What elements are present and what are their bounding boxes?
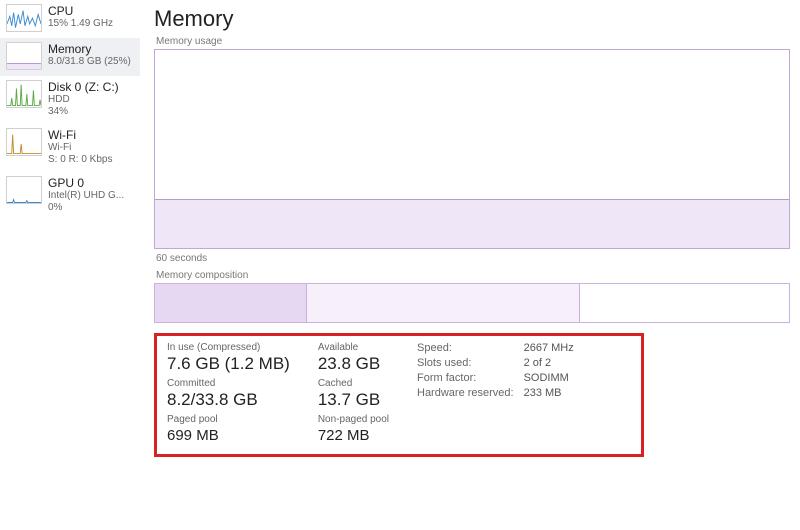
hw-slots-label: Slots used: xyxy=(417,357,514,369)
memory-sparkline-icon xyxy=(6,42,42,70)
disk-sparkline-icon xyxy=(6,80,42,108)
stat-cached: Cached 13.7 GB xyxy=(318,378,389,410)
gpu-sparkline-icon xyxy=(6,176,42,204)
memory-usage-chart xyxy=(154,49,790,249)
performance-sidebar: CPU 15% 1.49 GHz Memory 8.0/31.8 GB (25%… xyxy=(0,0,140,530)
hw-form-value: SODIMM xyxy=(524,372,574,384)
sidebar-disk-sub: HDD xyxy=(48,94,134,106)
memory-stats-grid: In use (Compressed) 7.6 GB (1.2 MB) Avai… xyxy=(167,342,389,446)
sidebar-disk-sub2: 34% xyxy=(48,106,134,118)
composition-label: Memory composition xyxy=(156,270,790,281)
sidebar-gpu-sub2: 0% xyxy=(48,202,134,214)
usage-time-axis: 60 seconds xyxy=(156,253,790,264)
composition-free xyxy=(580,284,789,322)
sidebar-item-gpu[interactable]: GPU 0 Intel(R) UHD G... 0% xyxy=(0,172,140,220)
sidebar-cpu-title: CPU xyxy=(48,4,134,18)
memory-composition-chart xyxy=(154,283,790,323)
hw-slots-value: 2 of 2 xyxy=(524,357,574,369)
hw-hwres-label: Hardware reserved: xyxy=(417,387,514,399)
sidebar-gpu-sub: Intel(R) UHD G... xyxy=(48,190,134,202)
stat-available-value: 23.8 GB xyxy=(318,354,389,374)
memory-hw-info: Speed: 2667 MHz Slots used: 2 of 2 Form … xyxy=(417,342,574,446)
sidebar-item-disk[interactable]: Disk 0 (Z: C:) HDD 34% xyxy=(0,76,140,124)
sidebar-disk-title: Disk 0 (Z: C:) xyxy=(48,80,134,94)
hw-hwres-value: 233 MB xyxy=(524,387,574,399)
sidebar-item-memory[interactable]: Memory 8.0/31.8 GB (25%) xyxy=(0,38,140,76)
sidebar-cpu-sub: 15% 1.49 GHz xyxy=(48,18,134,30)
sidebar-wifi-sub: Wi-Fi xyxy=(48,142,134,154)
stat-paged-value: 699 MB xyxy=(167,426,290,446)
hw-speed-label: Speed: xyxy=(417,342,514,354)
composition-in-use xyxy=(155,284,307,322)
hw-form-label: Form factor: xyxy=(417,372,514,384)
stat-nonpaged-value: 722 MB xyxy=(318,426,389,446)
stat-in-use: In use (Compressed) 7.6 GB (1.2 MB) xyxy=(167,342,290,374)
memory-usage-fill xyxy=(155,199,789,249)
stat-committed-value: 8.2/33.8 GB xyxy=(167,390,290,410)
sidebar-memory-sub: 8.0/31.8 GB (25%) xyxy=(48,56,134,68)
stat-committed-label: Committed xyxy=(167,378,290,390)
hw-speed-value: 2667 MHz xyxy=(524,342,574,354)
stat-cached-label: Cached xyxy=(318,378,389,390)
stat-in-use-value: 7.6 GB (1.2 MB) xyxy=(167,354,290,374)
stat-nonpaged: Non-paged pool 722 MB xyxy=(318,414,389,446)
page-title: Memory xyxy=(154,6,790,32)
memory-panel: Memory Memory usage 60 seconds Memory co… xyxy=(140,0,800,530)
stat-committed: Committed 8.2/33.8 GB xyxy=(167,378,290,410)
stat-nonpaged-label: Non-paged pool xyxy=(318,414,389,426)
sidebar-item-cpu[interactable]: CPU 15% 1.49 GHz xyxy=(0,0,140,38)
sidebar-memory-title: Memory xyxy=(48,42,134,56)
wifi-sparkline-icon xyxy=(6,128,42,156)
composition-standby xyxy=(307,284,580,322)
stat-available-label: Available xyxy=(318,342,389,354)
stat-in-use-label: In use (Compressed) xyxy=(167,342,290,354)
cpu-sparkline-icon xyxy=(6,4,42,32)
sidebar-item-wifi[interactable]: Wi-Fi Wi-Fi S: 0 R: 0 Kbps xyxy=(0,124,140,172)
stat-paged: Paged pool 699 MB xyxy=(167,414,290,446)
memory-stats-highlight: In use (Compressed) 7.6 GB (1.2 MB) Avai… xyxy=(154,333,644,457)
stat-paged-label: Paged pool xyxy=(167,414,290,426)
stat-cached-value: 13.7 GB xyxy=(318,390,389,410)
stat-available: Available 23.8 GB xyxy=(318,342,389,374)
sidebar-wifi-sub2: S: 0 R: 0 Kbps xyxy=(48,154,134,166)
sidebar-gpu-title: GPU 0 xyxy=(48,176,134,190)
usage-chart-label: Memory usage xyxy=(156,36,790,47)
sidebar-wifi-title: Wi-Fi xyxy=(48,128,134,142)
